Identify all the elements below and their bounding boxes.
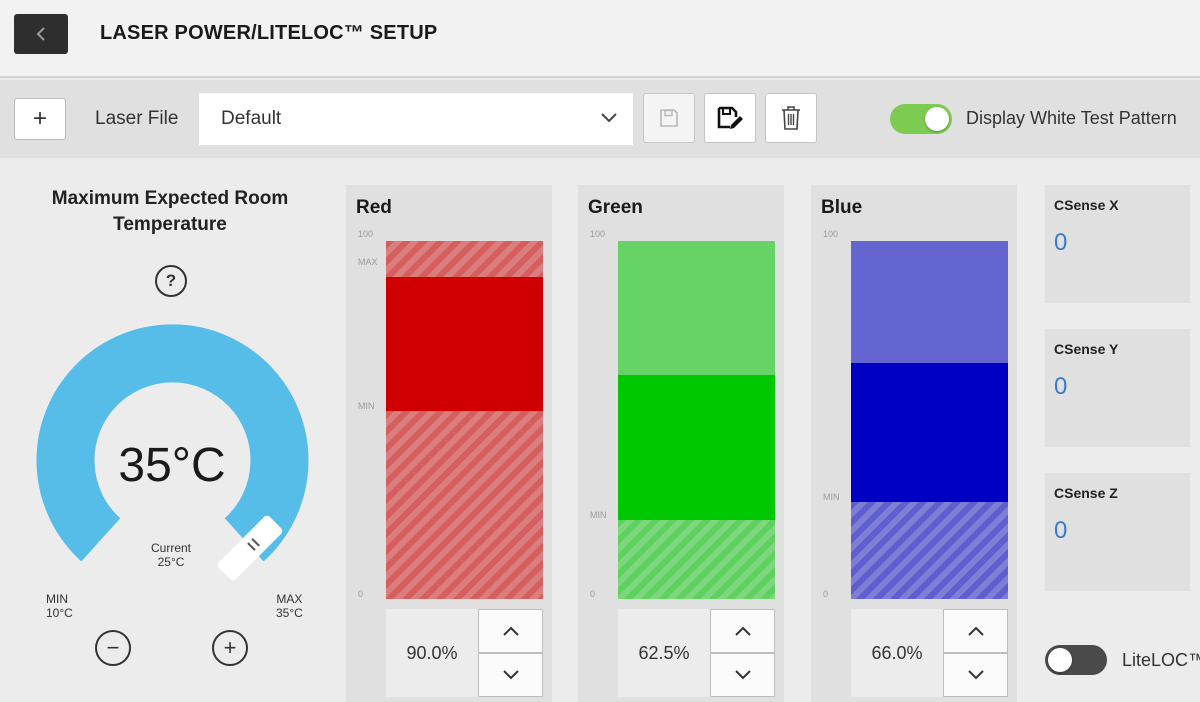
bar-active-range — [618, 375, 775, 521]
save-as-button[interactable] — [704, 93, 756, 143]
scale-label-min: MIN — [823, 492, 840, 503]
bar-headroom — [851, 241, 1008, 363]
csense-z-value: 0 — [1054, 517, 1068, 544]
blue-increase-button[interactable] — [943, 609, 1008, 653]
chevron-down-icon — [967, 670, 984, 680]
save-button-disabled[interactable] — [643, 93, 695, 143]
temperature-value: 35°C — [118, 439, 226, 492]
toggle-knob — [1048, 648, 1072, 672]
toolbar: + Laser File Default Display White Test … — [0, 80, 1200, 158]
chevron-down-icon — [601, 113, 617, 123]
green-channel-title: Green — [588, 197, 643, 218]
csense-x-label: CSense X — [1054, 197, 1119, 213]
bar-below-min — [386, 411, 543, 599]
decrease-temperature-button[interactable]: − — [95, 630, 131, 666]
scale-label-100: 100 — [358, 229, 374, 239]
max-value: 35°C — [276, 606, 303, 620]
help-icon[interactable]: ? — [155, 265, 187, 297]
blue-decrease-button[interactable] — [943, 653, 1008, 697]
current-temperature: Current 25°C — [136, 541, 206, 569]
bar-active-range — [851, 362, 1008, 503]
red-channel-panel: Red 100 MAX MIN 0 90.0% — [346, 185, 552, 702]
laser-file-select[interactable]: Default — [199, 93, 633, 145]
bar-headroom — [386, 241, 543, 277]
scale-label-100: 100 — [823, 229, 839, 239]
csense-x-value: 0 — [1054, 229, 1068, 256]
scale-label-0: 0 — [823, 589, 829, 599]
csense-z-card: CSense Z 0 — [1045, 473, 1190, 591]
laser-file-label: Laser File — [95, 108, 179, 129]
back-button[interactable] — [14, 14, 68, 54]
chevron-down-icon — [502, 670, 519, 680]
max-temperature: MAX 35°C — [276, 592, 303, 620]
red-power-value: 90.0% — [386, 609, 478, 697]
liteloc-toggle[interactable] — [1045, 645, 1107, 675]
blue-channel-panel: Blue 100 MIN 0 66.0% — [811, 185, 1017, 702]
header-bar: LASER POWER/LITELOC™ SETUP — [0, 0, 1200, 78]
csense-z-label: CSense Z — [1054, 485, 1118, 501]
csense-x-card: CSense X 0 — [1045, 185, 1190, 303]
green-channel-panel: Green 100 MIN 0 62.5% — [578, 185, 784, 702]
blue-power-bar — [851, 241, 1008, 599]
csense-y-value: 0 — [1054, 373, 1068, 400]
scale-label-max: MAX — [358, 256, 378, 267]
chevron-up-icon — [967, 626, 984, 636]
white-test-pattern-label: Display White Test Pattern — [966, 108, 1177, 128]
white-test-pattern-toggle[interactable] — [890, 104, 952, 134]
increase-temperature-button[interactable]: + — [212, 630, 248, 666]
chevron-up-icon — [734, 626, 751, 636]
min-value: 10°C — [46, 606, 73, 620]
blue-channel-title: Blue — [821, 197, 863, 218]
delete-button[interactable] — [765, 93, 817, 143]
bar-below-min — [851, 502, 1008, 599]
current-value: 25°C — [157, 555, 185, 569]
trash-icon — [782, 106, 800, 130]
csense-y-card: CSense Y 0 — [1045, 329, 1190, 447]
scale-label-100: 100 — [590, 229, 606, 239]
chevron-up-icon — [502, 626, 519, 636]
red-channel-title: Red — [356, 197, 392, 218]
red-decrease-button[interactable] — [478, 653, 543, 697]
green-increase-button[interactable] — [710, 609, 775, 653]
bar-headroom — [618, 241, 775, 376]
chevron-left-icon — [36, 27, 45, 41]
liteloc-label: LiteLOC™ — [1122, 650, 1200, 670]
bar-below-min — [618, 520, 775, 599]
scale-label-0: 0 — [590, 589, 596, 599]
scale-label-min: MIN — [358, 401, 375, 412]
csense-y-label: CSense Y — [1054, 341, 1119, 357]
green-power-value: 62.5% — [618, 609, 710, 697]
chevron-down-icon — [734, 670, 751, 680]
add-laser-file-button[interactable]: + — [14, 98, 66, 140]
laser-file-value: Default — [221, 108, 282, 129]
min-temperature: MIN 10°C — [46, 592, 73, 620]
green-power-bar — [618, 241, 775, 599]
red-power-bar — [386, 241, 543, 599]
current-label: Current — [150, 541, 191, 555]
scale-label-0: 0 — [358, 589, 364, 599]
temperature-title: Maximum Expected Room Temperature — [51, 188, 289, 235]
green-decrease-button[interactable] — [710, 653, 775, 697]
bar-active-range — [386, 276, 543, 412]
scale-label-min: MIN — [590, 510, 607, 521]
page-title: LASER POWER/LITELOC™ SETUP — [100, 22, 438, 44]
red-increase-button[interactable] — [478, 609, 543, 653]
toggle-knob — [925, 107, 949, 131]
min-label: MIN — [46, 592, 68, 606]
save-as-icon — [717, 106, 743, 129]
max-label: MAX — [276, 592, 303, 606]
save-icon — [660, 109, 678, 127]
blue-power-value: 66.0% — [851, 609, 943, 697]
